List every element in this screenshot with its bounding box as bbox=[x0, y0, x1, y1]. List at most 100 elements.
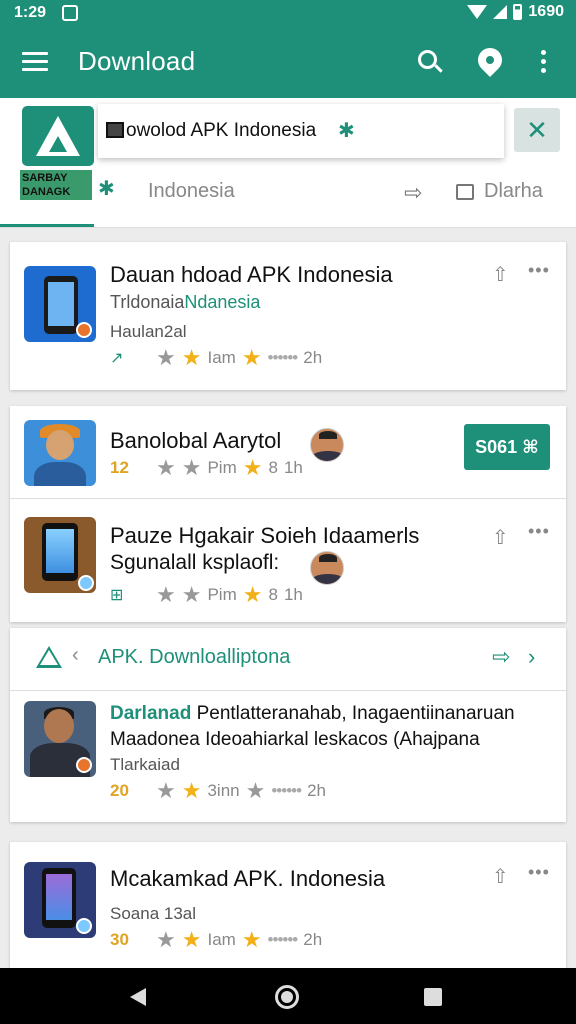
app-card[interactable]: Dauan hdoad APK Indonesia TrldonaiaNdane… bbox=[10, 242, 566, 390]
share-icon[interactable]: ⇧ bbox=[492, 525, 509, 550]
grid-icon: ⊞ bbox=[110, 587, 124, 604]
status-time: 1:29 bbox=[14, 4, 47, 21]
app-icon[interactable] bbox=[24, 266, 96, 342]
tab-indicator bbox=[0, 224, 94, 227]
app-title-prefix: Darlanad bbox=[110, 703, 192, 724]
meta-time: 2h bbox=[307, 781, 326, 800]
share-icon[interactable]: ⇨ bbox=[404, 180, 422, 206]
app-meta: 12 ★ ★ Pim ★ 8 1h bbox=[110, 455, 303, 480]
share-icon[interactable]: ⇧ bbox=[492, 262, 509, 287]
meta-time: 2h bbox=[303, 930, 323, 949]
star-icon: ★ bbox=[245, 778, 266, 803]
section-card: ‹ APK. Downloalliptona ⇨ › Darlanad Pent… bbox=[10, 628, 566, 822]
overflow-menu-icon[interactable] bbox=[541, 50, 547, 74]
recents-icon[interactable] bbox=[424, 988, 442, 1006]
app-subtitle: Soana 13al bbox=[110, 904, 197, 923]
app-meta: ↗ ★ ★ Iam ★ •••••• 2h bbox=[110, 345, 323, 370]
app-title[interactable]: Mcakamkad APK. Indonesia bbox=[110, 866, 385, 892]
more-icon[interactable]: ••• bbox=[528, 521, 550, 542]
app-title[interactable]: Pauze Hgakair Soieh Idaamerls bbox=[110, 523, 419, 549]
app-line3: Tlarkaiad bbox=[110, 755, 180, 774]
search-bar[interactable]: owolod APK Indonesia ✱ bbox=[98, 104, 504, 158]
developer-avatar bbox=[310, 551, 344, 585]
more-icon[interactable]: ••• bbox=[528, 260, 550, 281]
bag-icon[interactable] bbox=[456, 184, 474, 200]
meta-time: 2h bbox=[303, 348, 323, 367]
section-header[interactable]: ‹ APK. Downloalliptona ⇨ › bbox=[10, 628, 566, 690]
signal-icon bbox=[493, 5, 508, 19]
app-subtitle-highlight: Ndanesia bbox=[184, 292, 261, 312]
app-meta: 30 ★ ★ Iam ★ •••••• 2h bbox=[110, 927, 323, 952]
back-icon[interactable] bbox=[130, 988, 146, 1006]
meta-time: 1h bbox=[283, 585, 303, 604]
home-icon[interactable] bbox=[275, 985, 299, 1009]
star-icon: ★ bbox=[181, 455, 202, 480]
tools-button[interactable]: ✕ bbox=[514, 108, 560, 152]
app-title[interactable]: Dauan hdoad APK Indonesia bbox=[110, 262, 393, 288]
share-icon[interactable]: ⇧ bbox=[492, 864, 509, 889]
star-icon: ★ bbox=[156, 778, 176, 803]
notification-icon bbox=[62, 5, 78, 21]
meta-count: 20 bbox=[110, 781, 129, 800]
meta-label: Pim bbox=[207, 585, 237, 604]
chevron-right-icon[interactable]: › bbox=[528, 644, 535, 670]
app-subtitle: TrldonaiaNdanesia bbox=[110, 292, 260, 313]
meta-label: 3inn bbox=[207, 781, 240, 800]
list-item[interactable]: Pauze Hgakair Soieh Idaamerls Sgunalall … bbox=[10, 499, 566, 619]
star-icon: ★ bbox=[181, 582, 202, 607]
meta-small: 8 bbox=[268, 585, 278, 604]
star-icon: ★ bbox=[241, 927, 262, 952]
app-subtitle: Sgunalall ksplaofl: bbox=[110, 551, 280, 574]
app-title[interactable]: Darlanad Pentlatteranahab, Inagaentiinan… bbox=[110, 703, 515, 725]
install-button[interactable]: S061 ⌘ bbox=[464, 424, 550, 470]
app-card[interactable]: Mcakamkad APK. Indonesia Soana 13al 30 ★… bbox=[10, 842, 566, 968]
meta-count: 30 bbox=[110, 930, 129, 949]
meta-small: 8 bbox=[268, 458, 278, 477]
battery-icon bbox=[513, 4, 523, 20]
app-icon[interactable] bbox=[24, 517, 96, 593]
star-icon: ★ bbox=[181, 345, 202, 370]
app-meta: ⊞ ★ ★ Pim ★ 8 1h bbox=[110, 582, 303, 607]
app-meta: 20 ★ ★ 3inn ★ •••••• 2h bbox=[110, 778, 326, 803]
logo-caption: SARBAY DANAGK bbox=[20, 170, 92, 200]
search-icon[interactable] bbox=[416, 48, 444, 76]
app-icon[interactable] bbox=[24, 420, 96, 486]
developer-avatar bbox=[310, 428, 344, 462]
trend-icon: ↗ bbox=[110, 350, 124, 367]
app-subtitle: Maadonea Ideoahiarkal leskacos (Ahajpana bbox=[110, 729, 480, 750]
app-icon[interactable] bbox=[24, 862, 96, 938]
app-title[interactable]: Banolobal Aarytol bbox=[110, 428, 281, 454]
tab-indonesia[interactable]: Indonesia bbox=[148, 180, 235, 203]
app-line3: Haulan2al bbox=[110, 322, 187, 341]
status-bar: 1:29 1690 bbox=[0, 0, 576, 28]
star-icon: ★ bbox=[241, 345, 262, 370]
app-subtitle-text: Trldonaia bbox=[110, 292, 185, 312]
meta-time: 1h bbox=[283, 458, 303, 477]
system-nav-bar bbox=[0, 968, 576, 1024]
meta-label: Iam bbox=[207, 930, 236, 949]
location-pin-icon[interactable] bbox=[473, 43, 507, 77]
rating-dots: •••••• bbox=[267, 930, 299, 949]
tab-dlarha[interactable]: Dlarha bbox=[484, 180, 543, 203]
star-icon: ★ bbox=[156, 927, 176, 952]
rating-dots: •••••• bbox=[271, 781, 302, 800]
share-icon[interactable]: ⇨ bbox=[492, 644, 510, 670]
download-box-icon bbox=[106, 122, 124, 138]
app-title-text: Pentlatteranahab, Inagaentiinanaruan bbox=[196, 703, 515, 724]
star-icon: ★ bbox=[156, 455, 176, 480]
menu-icon[interactable] bbox=[22, 52, 48, 72]
star-icon: ★ bbox=[181, 927, 202, 952]
chevron-left-icon[interactable]: ‹ bbox=[72, 644, 79, 667]
list-item[interactable]: Banolobal Aarytol 12 ★ ★ Pim ★ 8 1h S061… bbox=[10, 406, 566, 498]
search-text: owolod APK Indonesia bbox=[126, 120, 317, 141]
meta-label: Pim bbox=[207, 458, 237, 477]
list-item[interactable]: Darlanad Pentlatteranahab, Inagaentiinan… bbox=[10, 691, 566, 821]
app-bar: Download bbox=[0, 28, 576, 98]
star-icon: ★ bbox=[242, 582, 263, 607]
meta-label: Iam bbox=[207, 348, 236, 367]
more-icon[interactable]: ••• bbox=[528, 862, 550, 883]
app-list-card: Banolobal Aarytol 12 ★ ★ Pim ★ 8 1h S061… bbox=[10, 406, 566, 622]
status-icons: 1690 bbox=[467, 3, 564, 21]
app-icon[interactable] bbox=[24, 701, 96, 777]
app-logo bbox=[22, 106, 94, 166]
